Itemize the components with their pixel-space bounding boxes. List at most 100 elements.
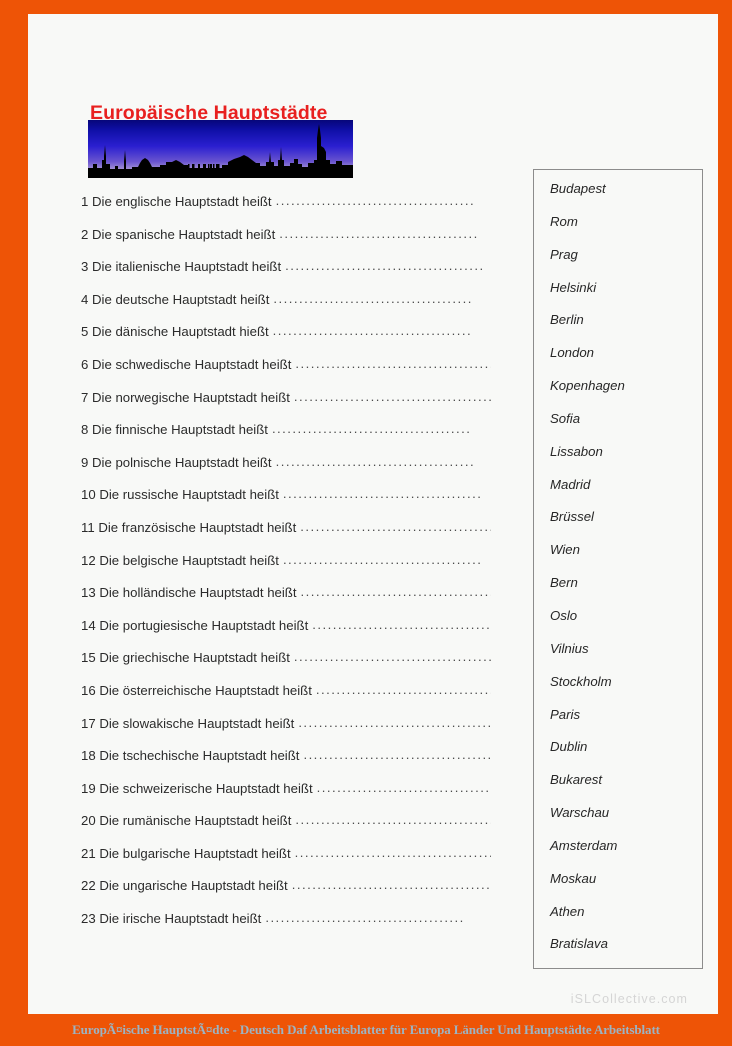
questions-list: 1 Die englische Hauptstadt heißt........…	[81, 193, 491, 944]
word-bank-item[interactable]: Amsterdam	[550, 839, 702, 872]
word-bank-item[interactable]: Lissabon	[550, 445, 702, 478]
question-row: 21 Die bulgarische Hauptstadt heißt.....…	[81, 845, 491, 879]
word-bank-item[interactable]: London	[550, 346, 702, 379]
question-text: 22 Die ungarische Hauptstadt heißt	[81, 878, 288, 894]
answer-blank[interactable]: .......................................	[295, 812, 491, 827]
question-text: 6 Die schwedische Hauptstadt heißt	[81, 356, 292, 372]
word-bank-item[interactable]: Bratislava	[550, 937, 702, 970]
word-bank-item[interactable]: Warschau	[550, 806, 702, 839]
question-text: 16 Die österreichische Hauptstadt heißt	[81, 682, 312, 698]
word-bank-item[interactable]: Athen	[550, 904, 702, 938]
caption-text: EuropÃ¤ische HauptstÃ¤dte - Deutsch Daf …	[72, 1022, 660, 1037]
answer-blank[interactable]: .......................................	[273, 323, 491, 338]
answer-blank[interactable]: .......................................	[285, 258, 491, 273]
question-row: 10 Die russische Hauptstadt heißt.......…	[81, 486, 491, 520]
answer-blank[interactable]: .......................................	[317, 780, 491, 795]
answer-blank[interactable]: .......................................	[283, 552, 491, 567]
question-text: 20 Die rumänische Hauptstadt heißt	[81, 813, 292, 829]
word-bank-item[interactable]: Kopenhagen	[550, 379, 702, 412]
skyline-graphic	[88, 120, 353, 178]
word-bank-item[interactable]: Wien	[550, 543, 702, 576]
answer-blank[interactable]: .......................................	[276, 193, 491, 208]
caption-bar: EuropÃ¤ische HauptstÃ¤dte - Deutsch Daf …	[0, 1014, 732, 1046]
question-row: 11 Die französische Hauptstadt heißt....…	[81, 519, 491, 553]
question-text: 8 Die finnische Hauptstadt heißt	[81, 422, 268, 438]
answer-blank[interactable]: .......................................	[283, 486, 491, 501]
question-row: 2 Die spanische Hauptstadt heißt........…	[81, 226, 491, 260]
question-row: 6 Die schwedische Hauptstadt heißt......…	[81, 356, 491, 390]
question-text: 3 Die italienische Hauptstadt heißt	[81, 259, 282, 275]
word-bank-item[interactable]: Rom	[550, 215, 702, 248]
question-text: 4 Die deutsche Hauptstadt heißt	[81, 291, 270, 307]
word-bank-item[interactable]: Paris	[550, 707, 702, 741]
answer-blank[interactable]: .......................................	[300, 519, 491, 534]
answer-blank[interactable]: .......................................	[298, 715, 491, 730]
question-text: 18 Die tschechische Hauptstadt heißt	[81, 748, 300, 764]
question-row: 15 Die griechische Hauptstadt heißt.....…	[81, 649, 491, 683]
answer-blank[interactable]: .......................................	[295, 356, 491, 371]
question-row: 20 Die rumänische Hauptstadt heißt......…	[81, 812, 491, 846]
answer-blank[interactable]: .......................................	[292, 877, 491, 892]
question-text: 19 Die schweizerische Hauptstadt heißt	[81, 780, 313, 796]
question-text: 5 Die dänische Hauptstadt hießt	[81, 324, 269, 340]
question-text: 12 Die belgische Hauptstadt heißt	[81, 552, 279, 568]
site-watermark: iSLCollective.com	[570, 992, 688, 1006]
word-bank-item[interactable]: Vilnius	[550, 642, 702, 675]
answer-blank[interactable]: .......................................	[294, 389, 491, 404]
answer-blank[interactable]: .......................................	[273, 291, 491, 306]
question-row: 23 Die irische Hauptstadt heißt.........…	[81, 910, 491, 944]
word-bank-box: Budapest Rom Prag Helsinki Berlin London Kopen…	[533, 169, 703, 969]
question-row: 1 Die englische Hauptstadt heißt........…	[81, 193, 491, 227]
question-row: 19 Die schweizerische Hauptstadt heißt..…	[81, 780, 491, 814]
word-bank-item[interactable]: Sofia	[550, 412, 702, 445]
question-row: 4 Die deutsche Hauptstadt heißt.........…	[81, 291, 491, 325]
question-row: 17 Die slowakische Hauptstadt heißt.....…	[81, 715, 491, 749]
question-row: 9 Die polnische Hauptstadt heißt........…	[81, 454, 491, 488]
worksheet-frame: Europäische Hauptstädte 1 Die englische …	[0, 0, 732, 1046]
question-text: 11 Die französische Hauptstadt heißt	[81, 519, 297, 535]
answer-blank[interactable]: .......................................	[276, 454, 491, 469]
question-text: 14 Die portugiesische Hauptstadt heißt	[81, 617, 309, 633]
word-bank-item[interactable]: Madrid	[550, 478, 702, 511]
word-bank-item[interactable]: Stockholm	[550, 675, 702, 708]
word-bank-item[interactable]: Bern	[550, 576, 702, 609]
question-text: 21 Die bulgarische Hauptstadt heißt	[81, 845, 291, 861]
worksheet-page: Europäische Hauptstädte 1 Die englische …	[28, 14, 718, 1014]
answer-blank[interactable]: .......................................	[316, 682, 491, 697]
question-text: 23 Die irische Hauptstadt heißt	[81, 911, 262, 927]
question-row: 7 Die norwegische Hauptstadt heißt......…	[81, 389, 491, 423]
question-row: 8 Die finnische Hauptstadt heißt........…	[81, 421, 491, 455]
word-bank-item[interactable]: Berlin	[550, 313, 702, 346]
question-text: 1 Die englische Hauptstadt heißt	[81, 194, 272, 209]
word-bank-item[interactable]: Helsinki	[550, 280, 702, 314]
answer-blank[interactable]: .......................................	[301, 584, 491, 599]
answer-blank[interactable]: .......................................	[272, 421, 491, 436]
question-text: 13 Die holländische Hauptstadt heißt	[81, 585, 297, 601]
question-text: 10 Die russische Hauptstadt heißt	[81, 487, 279, 503]
word-bank-item[interactable]: Prag	[550, 248, 702, 281]
question-row: 13 Die holländische Hauptstadt heißt....…	[81, 584, 491, 618]
answer-blank[interactable]: .......................................	[279, 226, 491, 241]
word-bank-item[interactable]: Moskau	[550, 872, 702, 905]
word-bank-item[interactable]: Bukarest	[550, 773, 702, 806]
question-text: 15 Die griechische Hauptstadt heißt	[81, 650, 290, 666]
question-row: 14 Die portugiesische Hauptstadt heißt..…	[81, 617, 491, 651]
question-row: 22 Die ungarische Hauptstadt heißt......…	[81, 877, 491, 911]
question-row: 3 Die italienische Hauptstadt heißt.....…	[81, 258, 491, 292]
question-row: 5 Die dänische Hauptstadt hießt.........…	[81, 323, 491, 357]
question-row: 18 Die tschechische Hauptstadt heißt....…	[81, 747, 491, 781]
question-text: 7 Die norwegische Hauptstadt heißt	[81, 389, 290, 405]
answer-blank[interactable]: .......................................	[295, 845, 491, 860]
question-text: 2 Die spanische Hauptstadt heißt	[81, 226, 276, 242]
word-bank-item[interactable]: Oslo	[550, 609, 702, 642]
question-text: 17 Die slowakische Hauptstadt heißt	[81, 715, 295, 731]
berlin-skyline-image	[88, 120, 353, 178]
answer-blank[interactable]: .......................................	[303, 747, 491, 762]
answer-blank[interactable]: .......................................	[294, 649, 491, 664]
word-bank-item[interactable]: Budapest	[550, 182, 702, 215]
answer-blank[interactable]: .......................................	[312, 617, 491, 632]
word-bank-item[interactable]: Dublin	[550, 740, 702, 773]
answer-blank[interactable]: .......................................	[265, 910, 491, 925]
word-bank-item[interactable]: Brüssel	[550, 510, 702, 543]
question-row: 12 Die belgische Hauptstadt heißt.......…	[81, 552, 491, 586]
